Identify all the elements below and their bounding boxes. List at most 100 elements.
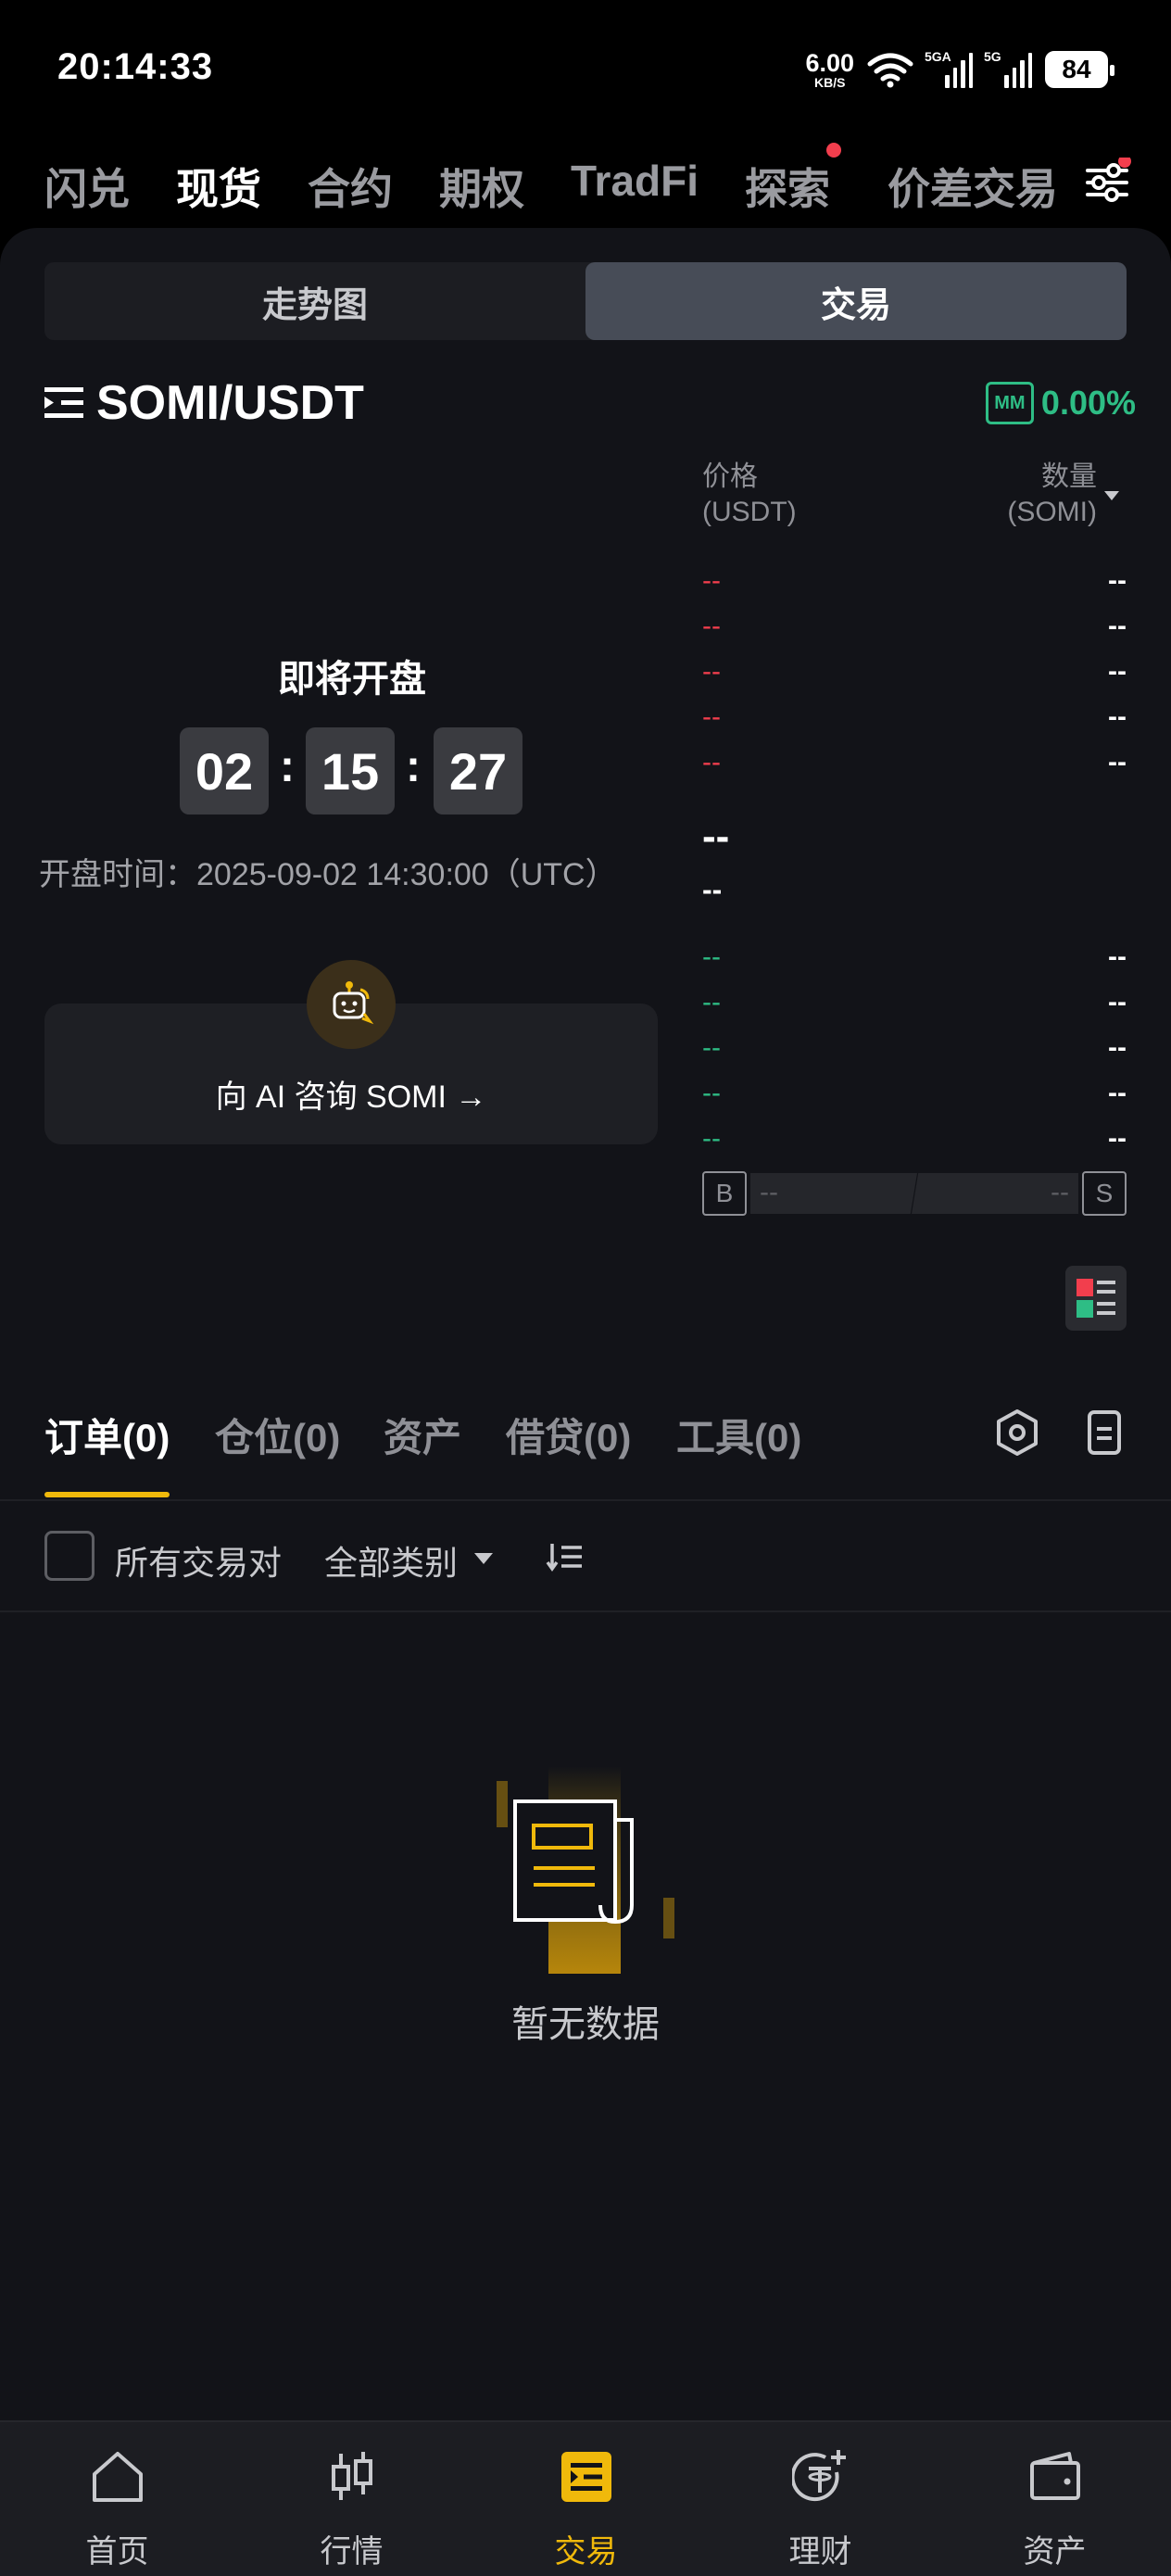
- all-pairs-label[interactable]: 所有交易对: [115, 1536, 282, 1585]
- ask-qty: --: [1108, 656, 1127, 687]
- battery-level: 84: [1062, 55, 1091, 83]
- tab-assets[interactable]: 资产: [384, 1407, 461, 1463]
- sell-ratio-value: --: [1051, 1177, 1069, 1207]
- earn-icon: [792, 2450, 846, 2502]
- ask-row[interactable]: -- --: [702, 747, 1127, 784]
- battery-icon: 84: [1045, 51, 1114, 88]
- bid-row[interactable]: -- --: [702, 987, 1127, 1024]
- pair-selector[interactable]: SOMI/USDT: [44, 371, 364, 436]
- tab-settings-icon[interactable]: [1082, 158, 1132, 208]
- opening-time: 开盘时间：2025-09-02 14:30:00（UTC）: [39, 857, 617, 892]
- price-change: MM 0.00%: [985, 382, 1136, 424]
- nav-home[interactable]: 首页: [0, 2422, 234, 2576]
- ai-consult-text[interactable]: 向 AI 咨询 SOMI →: [44, 1071, 658, 1117]
- view-segment-control: 走势图 交易: [44, 262, 1127, 340]
- countdown-minutes: 15: [306, 727, 395, 814]
- signal-sim2-label: 5G: [984, 49, 1001, 64]
- active-tab-underline: [44, 1492, 170, 1497]
- orderbook-price-header: 价格 (USDT): [702, 460, 797, 530]
- segment-trade[interactable]: 交易: [586, 262, 1127, 340]
- tab-spread-trading[interactable]: 价差交易: [888, 156, 1060, 217]
- nav-trade-label: 交易: [554, 2534, 618, 2570]
- nav-market[interactable]: 行情: [234, 2422, 469, 2576]
- network-speed-unit: KB/S: [813, 74, 846, 90]
- bid-row[interactable]: -- --: [702, 941, 1127, 979]
- settings-hexagon-icon[interactable]: [989, 1405, 1045, 1460]
- buy-ratio-label: B: [702, 1171, 747, 1216]
- buy-sell-ratio: B -- -- S: [702, 1171, 1127, 1216]
- order-history-icon[interactable]: [1077, 1405, 1132, 1460]
- ask-qty: --: [1108, 611, 1127, 641]
- category-dropdown[interactable]: 全部类别: [324, 1536, 458, 1585]
- tab-flash-swap[interactable]: 闪兑: [44, 156, 130, 217]
- bid-row[interactable]: -- --: [702, 1123, 1127, 1160]
- bid-row[interactable]: -- --: [702, 1032, 1127, 1069]
- ask-price: --: [702, 611, 721, 641]
- tab-futures[interactable]: 合约: [308, 156, 393, 217]
- tab-positions[interactable]: 仓位(0): [215, 1407, 340, 1463]
- signal-sim1-label: 5GA: [925, 49, 951, 64]
- countdown-hours: 02: [180, 727, 269, 814]
- empty-document-icon: [497, 1766, 674, 1974]
- orderbook-qty-header[interactable]: 数量 (SOMI): [1007, 460, 1097, 530]
- tab-explore[interactable]: 探索: [745, 156, 830, 217]
- ask-row[interactable]: -- --: [702, 701, 1127, 739]
- nav-assets-label: 资产: [1023, 2534, 1087, 2570]
- market-icon: [332, 2452, 372, 2500]
- countdown-separator: :: [406, 742, 421, 791]
- qty-header-unit: (SOMI): [1007, 497, 1097, 527]
- tab-loans[interactable]: 借贷(0): [506, 1407, 631, 1463]
- bottom-nav: 首页 行情 交易 理财 资产: [0, 2420, 1171, 2576]
- ask-row[interactable]: -- --: [702, 656, 1127, 693]
- empty-state-text: 暂无数据: [511, 2004, 660, 2045]
- last-price[interactable]: --: [702, 814, 729, 860]
- tab-orders[interactable]: 订单(0): [44, 1407, 170, 1463]
- signal-sim2-icon: 5G: [984, 49, 1033, 88]
- ask-row[interactable]: -- --: [702, 611, 1127, 648]
- tab-tools[interactable]: 工具(0): [676, 1407, 801, 1463]
- tab-tradfi[interactable]: TradFi: [571, 156, 699, 206]
- nav-earn[interactable]: 理财: [703, 2422, 938, 2576]
- bid-price: --: [702, 1123, 721, 1154]
- sell-ratio-label: S: [1082, 1171, 1127, 1216]
- orderbook-layout-button[interactable]: [1065, 1266, 1127, 1331]
- bid-qty: --: [1108, 1032, 1127, 1063]
- explore-notification-dot: [826, 143, 841, 158]
- qty-unit-dropdown-icon[interactable]: [1104, 491, 1119, 500]
- main-panel: [0, 228, 1171, 2420]
- nav-trade[interactable]: 交易: [469, 2422, 703, 2576]
- ask-qty: --: [1108, 565, 1127, 596]
- price-header-label: 价格: [702, 461, 758, 492]
- bid-qty: --: [1108, 1078, 1127, 1108]
- price-change-value: 0.00%: [1040, 384, 1136, 422]
- countdown-seconds: 27: [434, 727, 523, 814]
- bid-price: --: [702, 941, 721, 972]
- sort-icon[interactable]: [545, 1538, 586, 1575]
- buy-ratio-value: --: [760, 1177, 778, 1207]
- tab-options[interactable]: 期权: [439, 156, 524, 217]
- nav-assets[interactable]: 资产: [938, 2422, 1171, 2576]
- mm-badge[interactable]: MM: [985, 382, 1034, 424]
- chevron-down-icon[interactable]: [474, 1553, 493, 1564]
- divider: [0, 1610, 1171, 1612]
- all-pairs-checkbox[interactable]: [44, 1531, 94, 1581]
- opening-soon-label: 即将开盘: [278, 659, 426, 700]
- bid-row[interactable]: -- --: [702, 1078, 1127, 1115]
- ask-price: --: [702, 701, 721, 732]
- wallet-icon: [1030, 2452, 1080, 2500]
- status-icons: 6.00 KB/S 5GA 5G 84: [805, 46, 1114, 93]
- status-bar: 20:14:33 6.00 KB/S 5GA 5G 84: [0, 0, 1171, 130]
- ask-row[interactable]: -- --: [702, 565, 1127, 602]
- wifi-icon: [867, 53, 913, 88]
- ai-robot-icon: [307, 960, 396, 1049]
- nav-home-label: 首页: [85, 2534, 149, 2570]
- nav-earn-label: 理财: [788, 2534, 852, 2570]
- segment-chart[interactable]: 走势图: [44, 262, 586, 340]
- bid-price: --: [702, 1032, 721, 1063]
- ask-qty: --: [1108, 701, 1127, 732]
- bid-price: --: [702, 987, 721, 1017]
- nav-market-label: 行情: [320, 2534, 384, 2570]
- top-tabs: 闪兑 现货 合约 期权 TradFi 探索 价差交易: [0, 130, 1171, 232]
- tab-spot[interactable]: 现货: [176, 156, 261, 217]
- countdown-separator: :: [280, 742, 295, 791]
